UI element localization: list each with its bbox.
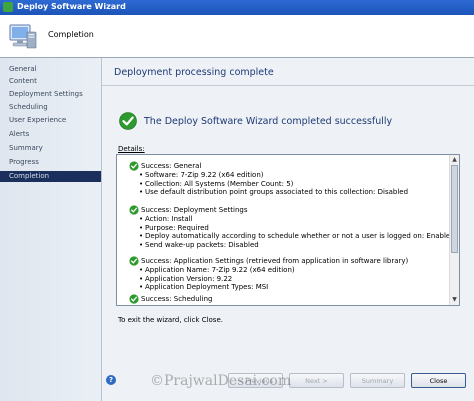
details-label: Details: [118, 145, 145, 153]
success-message: The Deploy Software Wizard completed suc… [144, 116, 393, 127]
summary-button[interactable]: Summary [350, 373, 405, 388]
sidebar-item-alerts[interactable]: Alerts [0, 129, 101, 140]
watermark: ©PrajwalDesai.com [150, 373, 292, 389]
app-icon [3, 2, 13, 12]
sidebar-item-deployment-settings[interactable]: Deployment Settings [0, 89, 101, 100]
details-section-application-settings: Success: Application Settings (retrieved… [129, 256, 409, 292]
detail-line: Send wake-up packets: Disabled [129, 241, 455, 250]
close-button[interactable]: Close [411, 373, 466, 388]
title-bar[interactable]: Deploy Software Wizard [0, 0, 474, 15]
detail-line: Application Name: 7-Zip 9.22 (x64 editio… [129, 266, 408, 275]
scroll-up-arrow-icon[interactable]: ▲ [451, 156, 458, 164]
success-check-icon [129, 294, 139, 304]
detail-line: Software: 7-Zip 9.22 (x64 edition) [129, 171, 408, 180]
scroll-down-arrow-icon[interactable]: ▼ [451, 296, 458, 304]
sidebar-item-general[interactable]: General [0, 64, 101, 75]
wizard-main-panel: Deployment processing complete The Deplo… [102, 58, 474, 401]
details-textbox[interactable]: Success: General Software: 7-Zip 9.22 (x… [116, 154, 460, 306]
detail-line: Collection: All Systems (Member Count: 5… [129, 180, 408, 189]
sidebar-item-user-experience[interactable]: User Experience [0, 115, 101, 126]
details-section-general: Success: General Software: 7-Zip 9.22 (x… [129, 161, 408, 197]
sidebar-item-progress[interactable]: Progress [0, 157, 101, 168]
detail-line: Purpose: Required [129, 224, 455, 233]
sidebar-item-completion[interactable]: Completion [0, 171, 101, 182]
detail-line: Application Version: 9.22 [129, 275, 408, 284]
success-check-icon [129, 205, 139, 215]
details-scrollbar[interactable]: ▲ ▼ [449, 155, 459, 305]
sidebar-item-content[interactable]: Content [0, 76, 101, 87]
heading-divider [102, 85, 474, 86]
details-section-deployment-settings: Success: Deployment Settings Action: Ins… [129, 205, 455, 250]
sidebar-item-scheduling[interactable]: Scheduling [0, 102, 101, 113]
detail-line: Deploy automatically according to schedu… [129, 232, 455, 241]
help-icon[interactable]: ? [106, 375, 116, 385]
sidebar-item-summary[interactable]: Summary [0, 143, 101, 154]
scrollbar-thumb[interactable] [451, 165, 458, 253]
success-check-icon [129, 256, 139, 266]
success-check-icon [129, 161, 139, 171]
banner-title: Completion [48, 30, 94, 39]
wizard-window: Deploy Software Wizard Completion Genera… [0, 0, 474, 401]
wizard-banner: Completion [0, 15, 474, 58]
detail-line: Use default distribution point groups as… [129, 188, 408, 197]
section-title: Success: Application Settings (retrieved… [141, 257, 409, 265]
next-button[interactable]: Next > [289, 373, 344, 388]
section-title: Success: Deployment Settings [141, 206, 248, 214]
exit-note: To exit the wizard, click Close. [118, 316, 223, 324]
page-heading: Deployment processing complete [114, 67, 274, 78]
success-check-icon [119, 112, 137, 130]
section-title: Success: General [141, 162, 202, 170]
window-title: Deploy Software Wizard [17, 2, 126, 11]
computer-icon [9, 24, 37, 49]
details-section-scheduling: Success: Scheduling [129, 294, 213, 304]
detail-line: Action: Install [129, 215, 455, 224]
section-title: Success: Scheduling [141, 295, 213, 303]
wizard-sidebar: General Content Deployment Settings Sche… [0, 58, 102, 401]
detail-line: Application Deployment Types: MSI [129, 283, 408, 292]
